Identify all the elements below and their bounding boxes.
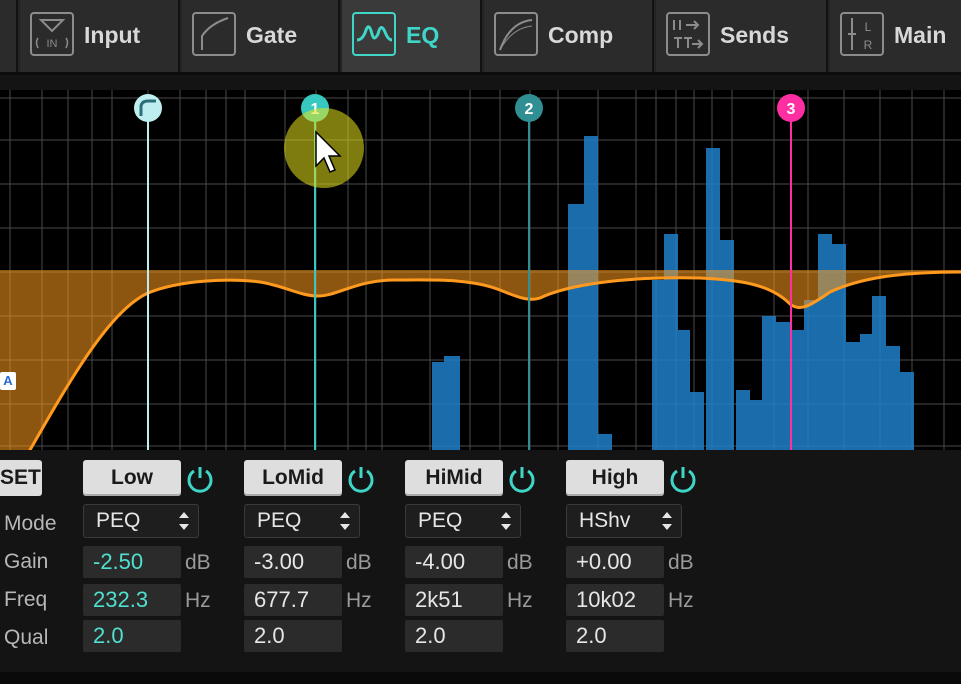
band-panel: SET Mode Gain Freq Qual Low PEQ -2.50 dB… <box>0 450 961 684</box>
gain-unit: dB <box>668 551 694 574</box>
eq-curve-icon <box>352 12 396 56</box>
freq-unit: Hz <box>668 589 694 612</box>
tab-comp[interactable]: Comp <box>484 0 654 72</box>
q-field-lomid[interactable]: 2.0 <box>244 620 342 652</box>
freq-field-high[interactable]: 10k02 <box>566 584 664 616</box>
row-label-gain: Gain <box>4 550 49 573</box>
tab-main[interactable]: L R Main <box>830 0 961 72</box>
freq-value: 2k51 <box>415 587 463 612</box>
tab-label: Sends <box>720 22 790 48</box>
tab-label: EQ <box>406 22 440 48</box>
edge-badge[interactable]: A <box>0 372 16 390</box>
tab-label: Main <box>894 22 947 48</box>
gain-unit: dB <box>346 551 372 574</box>
band-button-lomid[interactable]: LoMid <box>244 460 342 496</box>
input-in-icon: IN <box>30 12 74 56</box>
tab-gate[interactable]: Gate <box>182 0 340 72</box>
band-node-label: 3 <box>787 101 796 118</box>
band-button-low[interactable]: Low <box>83 460 181 496</box>
tab-input[interactable]: IN Input <box>20 0 180 72</box>
tab-sends[interactable]: Sends <box>656 0 828 72</box>
gain-unit: dB <box>507 551 533 574</box>
gain-field-lomid[interactable]: -3.00 <box>244 546 342 578</box>
q-value: 2.0 <box>576 623 607 648</box>
tab-label: Input <box>84 22 141 48</box>
freq-field-lomid[interactable]: 677.7 <box>244 584 342 616</box>
freq-field-low[interactable]: 232.3 <box>83 584 181 616</box>
mode-select-himid[interactable]: PEQ <box>405 504 521 538</box>
svg-text:L: L <box>865 20 872 34</box>
gain-value: -3.00 <box>254 549 305 574</box>
freq-unit: Hz <box>185 589 211 612</box>
gain-unit: dB <box>185 551 211 574</box>
mode-select-high[interactable]: HShv <box>566 504 682 538</box>
select-arrows-icon <box>501 512 511 530</box>
power-icon[interactable] <box>346 464 376 494</box>
freq-field-himid[interactable]: 2k51 <box>405 584 503 616</box>
tab-label: Gate <box>246 22 298 48</box>
freq-value: 677.7 <box>254 587 310 612</box>
select-arrows-icon <box>179 512 189 530</box>
row-label-mode: Mode <box>4 512 57 535</box>
comp-curve-icon <box>494 12 538 56</box>
q-value: 2.0 <box>415 623 446 648</box>
tab-bar: IN Input Gate EQ Comp Sends L R Main <box>0 0 961 75</box>
row-label-qual: Qual <box>4 626 49 649</box>
band-node-label: 2 <box>525 101 534 118</box>
mode-select-lomid[interactable]: PEQ <box>244 504 360 538</box>
mode-select-low[interactable]: PEQ <box>83 504 199 538</box>
sends-icon <box>666 12 710 56</box>
band-button-himid[interactable]: HiMid <box>405 460 503 496</box>
mode-value: PEQ <box>96 509 141 532</box>
power-icon[interactable] <box>507 464 537 494</box>
freq-unit: Hz <box>346 589 372 612</box>
bottom-edge <box>0 672 961 684</box>
band-button-high[interactable]: High <box>566 460 664 496</box>
q-field-high[interactable]: 2.0 <box>566 620 664 652</box>
power-icon[interactable] <box>185 464 215 494</box>
tab-partial-left[interactable] <box>0 0 18 72</box>
svg-text:R: R <box>864 38 873 52</box>
freq-value: 10k02 <box>576 587 636 612</box>
tab-label: Comp <box>548 22 614 48</box>
gain-field-low[interactable]: -2.50 <box>83 546 181 578</box>
q-field-himid[interactable]: 2.0 <box>405 620 503 652</box>
mode-value: PEQ <box>418 509 463 532</box>
gain-field-high[interactable]: +0.00 <box>566 546 664 578</box>
freq-value: 232.3 <box>93 587 149 612</box>
select-arrows-icon <box>340 512 350 530</box>
q-value: 2.0 <box>254 623 285 648</box>
eq-graph[interactable]: 123 A <box>0 90 961 450</box>
q-value: 2.0 <box>93 623 124 648</box>
reset-button[interactable]: SET <box>0 460 42 496</box>
main-lr-icon: L R <box>840 12 884 56</box>
freq-unit: Hz <box>507 589 533 612</box>
mode-value: HShv <box>579 509 631 532</box>
eq-graph-svg: 123 <box>0 90 961 450</box>
gate-curve-icon <box>192 12 236 56</box>
select-arrows-icon <box>662 512 672 530</box>
q-field-low[interactable]: 2.0 <box>83 620 181 652</box>
gain-field-himid[interactable]: -4.00 <box>405 546 503 578</box>
svg-text:IN: IN <box>47 38 58 50</box>
mode-value: PEQ <box>257 509 302 532</box>
gain-value: -2.50 <box>93 549 144 574</box>
row-label-freq: Freq <box>4 588 48 611</box>
power-icon[interactable] <box>668 464 698 494</box>
tab-eq[interactable]: EQ <box>342 0 482 72</box>
gain-value: +0.00 <box>576 549 632 574</box>
gain-value: -4.00 <box>415 549 466 574</box>
